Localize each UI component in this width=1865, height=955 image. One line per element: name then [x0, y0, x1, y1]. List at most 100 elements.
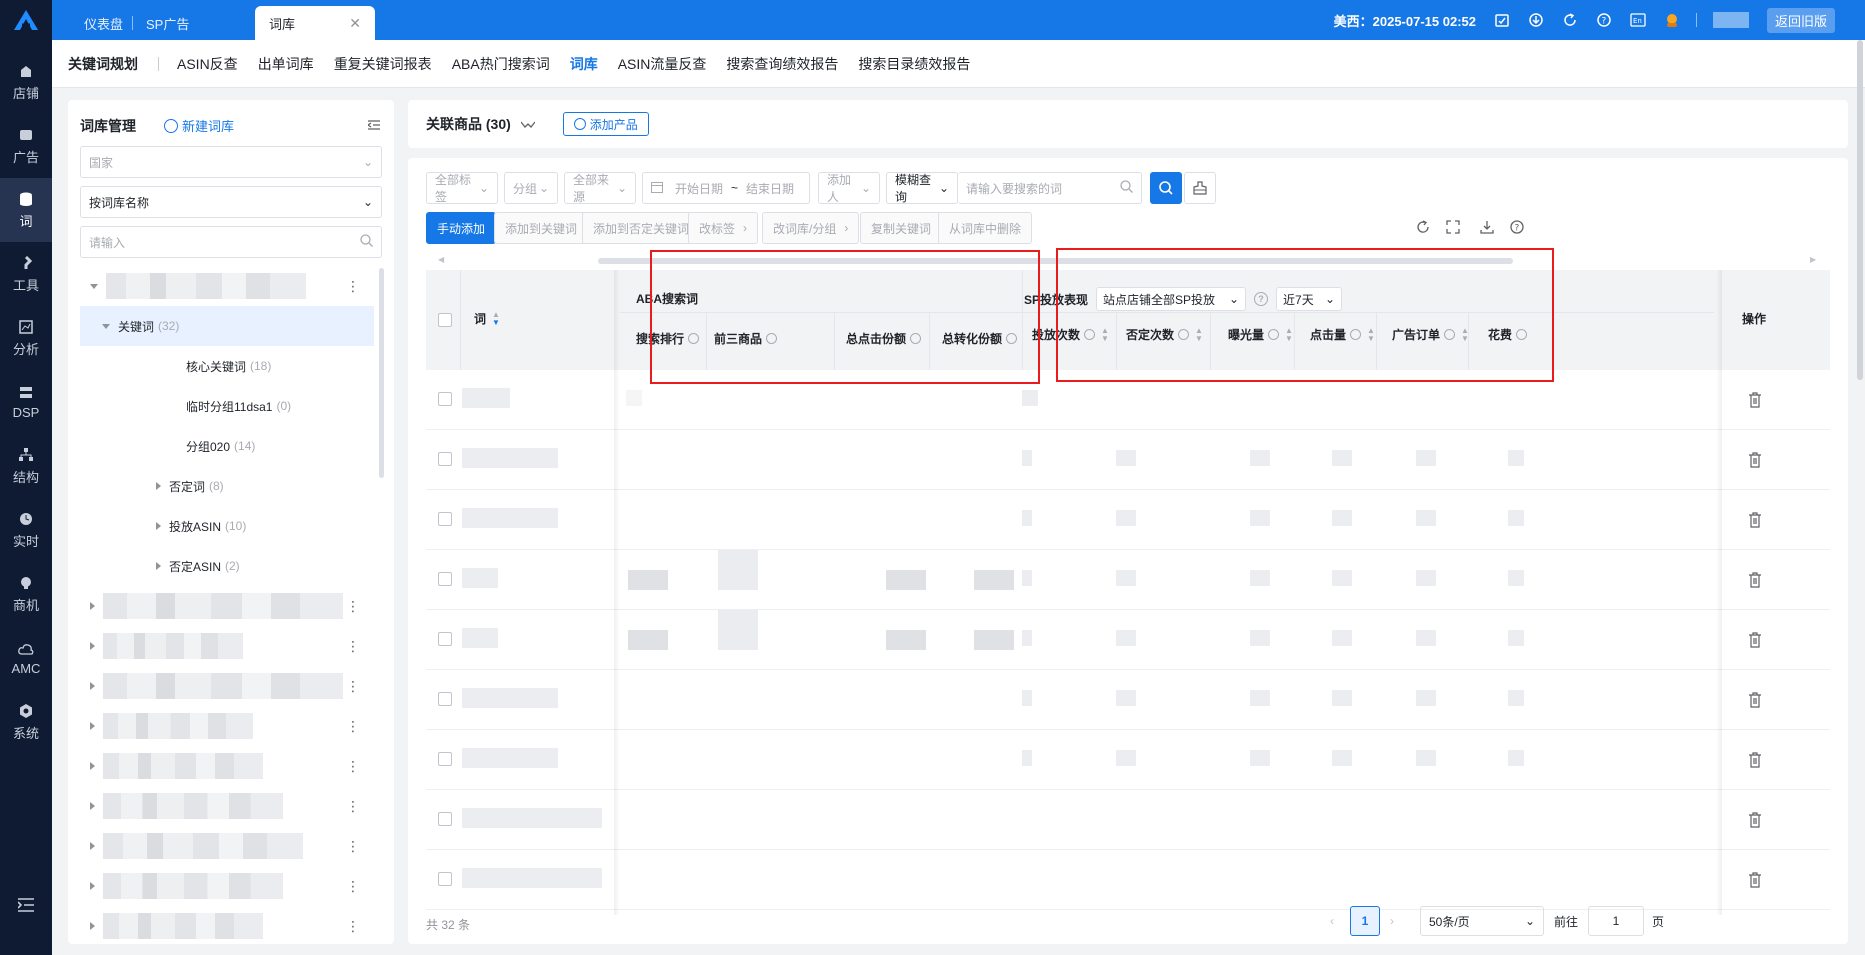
col-header-word[interactable]: 词 ▲ ▼	[474, 310, 500, 327]
select-all-checkbox[interactable]	[438, 313, 452, 327]
tree-scrollbar[interactable]	[379, 268, 384, 478]
library-item[interactable]: ⋮	[68, 586, 368, 626]
nav-item-ads[interactable]: 广告	[0, 114, 52, 178]
search-button[interactable]	[1150, 172, 1182, 204]
tree-item-negative-words[interactable]: 否定词 (8)	[68, 466, 368, 506]
row-checkbox[interactable]	[438, 752, 452, 766]
nav-item-opportunity[interactable]: 商机	[0, 562, 52, 626]
refresh-icon[interactable]	[1562, 12, 1578, 28]
app-logo[interactable]	[0, 0, 52, 40]
nav-item-system[interactable]: 系统	[0, 690, 52, 754]
tree-item-temp-group[interactable]: 临时分组11dsa1 (0)	[68, 386, 368, 426]
add-to-keywords-button[interactable]: 添加到关键词	[494, 212, 589, 244]
adder-filter[interactable]: 添加人 ⌄	[818, 172, 880, 204]
match-mode-select[interactable]: 模糊查询 ⌄	[886, 172, 958, 204]
subnav-asin-traffic[interactable]: ASIN流量反查	[618, 54, 707, 74]
library-item[interactable]: ⋮	[68, 786, 368, 826]
page-scrollbar[interactable]	[1857, 40, 1863, 380]
subnav-order-words[interactable]: 出单词库	[258, 54, 314, 74]
remove-from-library-button[interactable]: 从词库中删除	[938, 212, 1033, 244]
tree-item-target-asin[interactable]: 投放ASIN (10)	[68, 506, 368, 546]
trash-icon[interactable]	[1748, 572, 1762, 588]
row-checkbox[interactable]	[438, 632, 452, 646]
row-checkbox[interactable]	[438, 692, 452, 706]
row-checkbox[interactable]	[438, 392, 452, 406]
nav-item-analysis[interactable]: 分析	[0, 306, 52, 370]
add-product-button[interactable]: 添加产品	[562, 112, 649, 136]
subnav-duplicate-report[interactable]: 重复关键词报表	[334, 54, 432, 74]
scroll-left-arrow[interactable]: ◀	[438, 255, 444, 264]
trash-icon[interactable]	[1748, 452, 1762, 468]
search-by-select[interactable]: 按词库名称 ⌄	[80, 186, 382, 218]
new-library-button[interactable]: 新建词库	[164, 116, 234, 135]
scroll-right-arrow[interactable]: ▶	[1810, 255, 1816, 264]
sort-icon[interactable]: ▲ ▼	[492, 310, 500, 327]
nav-item-amc[interactable]: AMC	[0, 626, 52, 690]
more-icon[interactable]: ⋮	[346, 639, 360, 653]
tree-item-negative-asin[interactable]: 否定ASIN (2)	[68, 546, 368, 586]
nav-item-words[interactable]: 词	[0, 178, 52, 242]
page-size-select[interactable]: 50条/页 ⌄	[1420, 906, 1544, 936]
library-item[interactable]: ⋮	[68, 906, 368, 946]
more-icon[interactable]: ⋮	[346, 759, 360, 773]
more-icon[interactable]: ⋮	[346, 879, 360, 893]
more-icon[interactable]: ⋮	[346, 679, 360, 693]
expand-wave-icon[interactable]	[520, 117, 536, 132]
prev-page-button[interactable]: ‹	[1330, 906, 1334, 936]
table-row[interactable]	[426, 790, 1830, 850]
nav-item-realtime[interactable]: 实时	[0, 498, 52, 562]
table-row[interactable]	[426, 730, 1830, 790]
more-icon[interactable]: ⋮	[346, 719, 360, 733]
tree-item-group020[interactable]: 分组020 (14)	[68, 426, 368, 466]
tab-word-library[interactable]: 词库 ✕	[255, 6, 375, 40]
nav-item-store[interactable]: 店铺	[0, 50, 52, 114]
row-checkbox[interactable]	[438, 872, 452, 886]
fullscreen-icon[interactable]	[1446, 220, 1462, 236]
keyword-search-input[interactable]: 请输入要搜索的词	[958, 172, 1142, 204]
more-icon[interactable]: ⋮	[346, 799, 360, 813]
trash-icon[interactable]	[1748, 752, 1762, 768]
country-select[interactable]: 国家 ⌄	[80, 146, 382, 178]
trash-icon[interactable]	[1748, 392, 1762, 408]
source-filter[interactable]: 全部来源 ⌄	[564, 172, 636, 204]
trash-icon[interactable]	[1748, 632, 1762, 648]
tab-dashboard[interactable]: 仪表盘	[84, 6, 123, 40]
change-tags-button[interactable]: 改标签 ›	[688, 212, 759, 244]
goto-page-input[interactable]: 1	[1588, 906, 1644, 936]
page-number[interactable]: 1	[1350, 906, 1380, 936]
group-filter[interactable]: 分组 ⌄	[504, 172, 558, 204]
download-icon[interactable]	[1528, 12, 1544, 28]
date-range-picker[interactable]: 开始日期 ~ 结束日期	[642, 172, 810, 204]
library-item[interactable]: ⋮	[68, 706, 368, 746]
help-icon[interactable]: ?	[1510, 220, 1526, 236]
subnav-word-library[interactable]: 词库	[570, 54, 598, 74]
table-row[interactable]	[426, 670, 1830, 730]
table-row[interactable]	[426, 850, 1830, 910]
help-icon[interactable]: ?	[1596, 12, 1612, 28]
change-library-group-button[interactable]: 改词库/分组 ›	[762, 212, 860, 244]
avatar-icon[interactable]	[1664, 12, 1680, 28]
tags-filter[interactable]: 全部标签 ⌄	[426, 172, 498, 204]
more-icon[interactable]: ⋮	[346, 919, 360, 933]
library-item[interactable]: ⋮	[68, 826, 368, 866]
nav-item-structure[interactable]: 结构	[0, 434, 52, 498]
library-item[interactable]: ⋮	[68, 866, 368, 906]
library-item[interactable]: ⋮	[68, 666, 368, 706]
tree-item-keywords[interactable]: 关键词 (32)	[80, 306, 374, 346]
row-checkbox[interactable]	[438, 572, 452, 586]
table-row[interactable]	[426, 610, 1830, 670]
panel-collapse-icon[interactable]	[366, 118, 380, 133]
user-avatar[interactable]	[1712, 12, 1749, 28]
tree-item-core-keywords[interactable]: 核心关键词 (18)	[68, 346, 368, 386]
refresh-icon[interactable]	[1416, 220, 1432, 236]
next-page-button[interactable]: ›	[1390, 906, 1394, 936]
trash-icon[interactable]	[1748, 872, 1762, 888]
more-icon[interactable]: ⋮	[346, 599, 360, 613]
nav-item-tools[interactable]: 工具	[0, 242, 52, 306]
library-item[interactable]: ⋮	[68, 746, 368, 786]
row-checkbox[interactable]	[438, 452, 452, 466]
row-checkbox[interactable]	[438, 512, 452, 526]
subnav-search-query-report[interactable]: 搜索查询绩效报告	[726, 54, 838, 74]
trash-icon[interactable]	[1748, 692, 1762, 708]
calendar-check-icon[interactable]	[1494, 12, 1510, 28]
